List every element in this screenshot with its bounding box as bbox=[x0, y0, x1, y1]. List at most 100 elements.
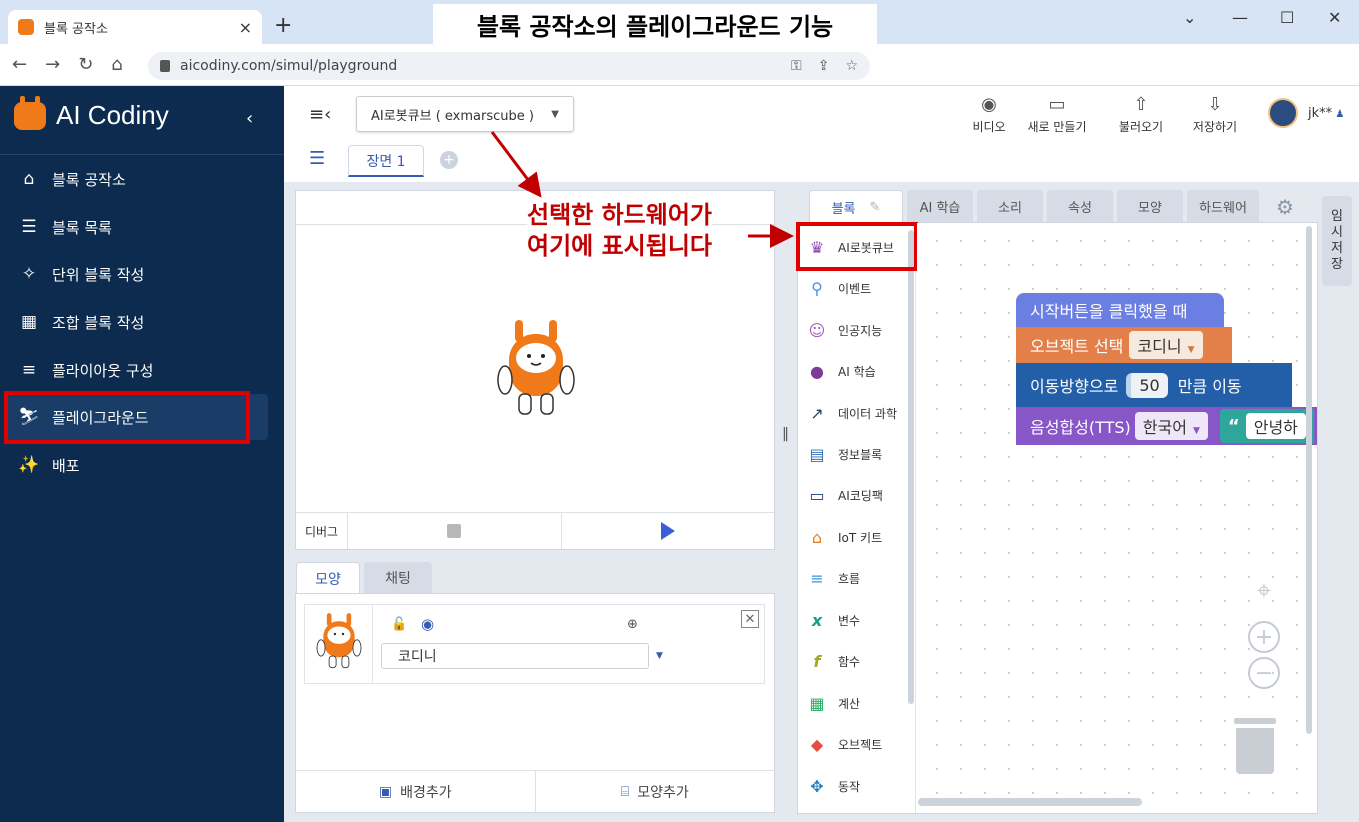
palette-item-data-science[interactable]: ↗ 데이터 과학 bbox=[806, 398, 910, 428]
function-icon: f bbox=[813, 651, 821, 671]
palette-item-iot-kit[interactable]: ⌂ IoT 키트 bbox=[806, 522, 910, 552]
new-file-icon: ▭ bbox=[1048, 94, 1066, 115]
load-button[interactable]: ⇧ 불러오기 bbox=[1106, 94, 1176, 135]
avatar[interactable] bbox=[1268, 98, 1298, 128]
palette-item-object[interactable]: ◆ 오브젝트 bbox=[806, 729, 910, 759]
play-button[interactable] bbox=[562, 513, 775, 549]
tab-hardware[interactable]: 하드웨어 bbox=[1187, 190, 1259, 222]
tab-shape-editor[interactable]: 모양 bbox=[1117, 190, 1183, 222]
move-amount-input[interactable]: 50 bbox=[1126, 372, 1168, 398]
minimize-button[interactable]: — bbox=[1232, 8, 1248, 27]
save-button[interactable]: ⇩ 저장하기 bbox=[1180, 94, 1250, 135]
move-direction-block[interactable]: 이동방향으로 50 만큼 이동 bbox=[1016, 363, 1292, 407]
tts-block[interactable]: 음성합성(TTS) 한국어 ▼ “ 안녕하 bbox=[1016, 407, 1317, 445]
select-object-block[interactable]: 오브젝트 선택 코디니 ▼ bbox=[1016, 327, 1232, 363]
palette-item-calculation[interactable]: ▦ 계산 bbox=[806, 688, 910, 718]
tab-ai-learning[interactable]: AI 학습 bbox=[907, 190, 973, 222]
canvas-horizontal-scrollbar[interactable] bbox=[918, 798, 1142, 806]
forward-arrow-icon[interactable]: → bbox=[45, 54, 60, 75]
codiny-sprite[interactable] bbox=[497, 318, 575, 418]
debug-button[interactable]: 디버그 bbox=[296, 513, 348, 549]
tab-chat[interactable]: 채팅 bbox=[364, 562, 432, 594]
maximize-button[interactable]: ☐ bbox=[1280, 8, 1294, 27]
sidebar-item-combo-block[interactable]: ▦ 조합 블록 작성 bbox=[6, 299, 268, 345]
user-name[interactable]: jk** ♟ bbox=[1308, 106, 1344, 121]
trash-icon[interactable] bbox=[1234, 718, 1276, 774]
object-dropdown[interactable]: 코디니 ▼ bbox=[1129, 331, 1203, 359]
add-shape-button[interactable]: ⌸ 모양추가 bbox=[536, 771, 775, 812]
sidebar-item-unit-block[interactable]: ✧ 단위 블록 작성 bbox=[6, 251, 268, 297]
object-name-field[interactable]: 코디니 bbox=[381, 643, 649, 669]
add-scene-icon[interactable]: + bbox=[440, 151, 458, 169]
palette-item-event[interactable]: ⚲ 이벤트 bbox=[806, 273, 910, 303]
palette-item-ai-coding-pack[interactable]: ▭ AI코딩팩 bbox=[806, 480, 910, 510]
palette-item-motion[interactable]: ✥ 동작 bbox=[806, 771, 910, 801]
palette-item-flow[interactable]: ≡ 흐름 bbox=[806, 563, 910, 593]
annotation-callout: 선택한 하드웨어가 여기에 표시됩니다 bbox=[527, 200, 712, 263]
video-button[interactable]: ◉ 비디오 bbox=[954, 94, 1024, 135]
home-icon[interactable]: ⌂ bbox=[111, 54, 122, 75]
gear-icon[interactable]: ⚙ bbox=[1276, 195, 1294, 219]
new-button[interactable]: ▭ 새로 만들기 bbox=[1022, 94, 1092, 135]
menu-toggle-icon[interactable]: ≡‹ bbox=[309, 104, 331, 125]
pin-icon[interactable]: ✎ bbox=[870, 200, 881, 215]
sidebar-item-deploy[interactable]: ✨ 배포 bbox=[6, 442, 268, 488]
palette-item-ai[interactable]: ☺ 인공지능 bbox=[806, 315, 910, 345]
eye-icon[interactable]: ◉ bbox=[421, 615, 434, 633]
palette-item-label: AI코딩팩 bbox=[838, 488, 883, 503]
add-background-button[interactable]: ▣ 배경추가 bbox=[296, 771, 536, 812]
browser-tab[interactable]: 블록 공작소 × bbox=[8, 10, 262, 44]
close-tab-icon[interactable]: × bbox=[239, 18, 252, 37]
object-panel-footer: ▣ 배경추가 ⌸ 모양추가 bbox=[296, 770, 774, 812]
palette-scrollbar[interactable] bbox=[908, 230, 914, 704]
palette-item-ai-learning[interactable]: ● AI 학습 bbox=[806, 356, 910, 386]
panel-splitter-handle[interactable]: ‖ bbox=[782, 426, 789, 442]
sidebar-item-flyout[interactable]: ≡ 플라이아웃 구성 bbox=[6, 347, 268, 393]
chevron-down-icon[interactable]: ▼ bbox=[656, 651, 663, 661]
palette-item-info-block[interactable]: ▤ 정보블록 bbox=[806, 439, 910, 469]
add-background-label: 배경추가 bbox=[400, 784, 452, 801]
text-string-block[interactable]: “ 안녕하 bbox=[1219, 409, 1314, 443]
palette-item-label: 정보블록 bbox=[838, 447, 883, 462]
logout-icon[interactable]: ♟ bbox=[1332, 109, 1344, 120]
object-card-divider bbox=[372, 605, 373, 683]
temp-save-char: 임 bbox=[1331, 208, 1343, 224]
temp-save-button[interactable]: 임 시 저 장 bbox=[1322, 196, 1352, 286]
recenter-icon[interactable]: ⌖ bbox=[1248, 575, 1280, 607]
tab-blocks[interactable]: 블록 ✎ bbox=[809, 190, 903, 223]
hardware-select[interactable]: AI로봇큐브 ( exmarscube ) ▼ bbox=[356, 96, 574, 132]
collapse-sidebar-icon[interactable]: ‹ bbox=[246, 108, 253, 129]
sidebar-item-block-workshop[interactable]: ⌂ 블록 공작소 bbox=[6, 156, 268, 202]
brand-logo[interactable]: AI Codiny bbox=[14, 95, 169, 131]
tab-sound[interactable]: 소리 bbox=[977, 190, 1043, 222]
url-field[interactable]: aicodiny.com/simul/playground ⚿ ⇪ ☆ bbox=[148, 52, 870, 80]
tab-scene-1[interactable]: 장면 1 bbox=[348, 145, 424, 177]
start-event-block[interactable]: 시작버튼을 클릭했을 때 bbox=[1016, 293, 1224, 327]
scene-list-icon[interactable]: ☰ bbox=[309, 148, 325, 169]
tab-shape[interactable]: 모양 bbox=[296, 562, 360, 594]
favicon-icon bbox=[18, 19, 34, 35]
close-window-button[interactable]: ✕ bbox=[1328, 8, 1341, 27]
delete-object-icon[interactable]: ✕ bbox=[741, 610, 759, 628]
palette-item-variable[interactable]: x 변수 bbox=[806, 605, 910, 635]
zoom-in-icon[interactable]: + bbox=[1248, 621, 1280, 653]
bookmark-star-icon[interactable]: ☆ bbox=[845, 58, 858, 74]
palette-item-function[interactable]: f 함수 bbox=[806, 646, 910, 676]
palette-item-label: AI 학습 bbox=[838, 364, 876, 379]
share-icon[interactable]: ⇪ bbox=[818, 58, 830, 74]
canvas-vertical-scrollbar[interactable] bbox=[1306, 226, 1312, 734]
tab-search-icon[interactable]: ⌄ bbox=[1183, 8, 1196, 27]
tab-properties[interactable]: 속성 bbox=[1047, 190, 1113, 222]
key-icon[interactable]: ⚿ bbox=[791, 58, 802, 74]
zoom-out-icon[interactable]: − bbox=[1248, 657, 1280, 689]
rotation-icon[interactable]: ⊕ bbox=[627, 617, 638, 632]
language-dropdown[interactable]: 한국어 ▼ bbox=[1134, 412, 1208, 440]
reload-icon[interactable]: ↻ bbox=[78, 54, 93, 75]
new-tab-button[interactable]: + bbox=[274, 13, 292, 38]
unlock-icon[interactable]: 🔓 bbox=[391, 617, 407, 632]
stop-button[interactable] bbox=[348, 513, 562, 549]
back-arrow-icon[interactable]: ← bbox=[12, 54, 27, 75]
tts-text-input[interactable]: 안녕하 bbox=[1245, 413, 1306, 439]
browser-tab-title: 블록 공작소 bbox=[44, 21, 108, 37]
sidebar-item-block-list[interactable]: ☰ 블록 목록 bbox=[6, 204, 268, 250]
